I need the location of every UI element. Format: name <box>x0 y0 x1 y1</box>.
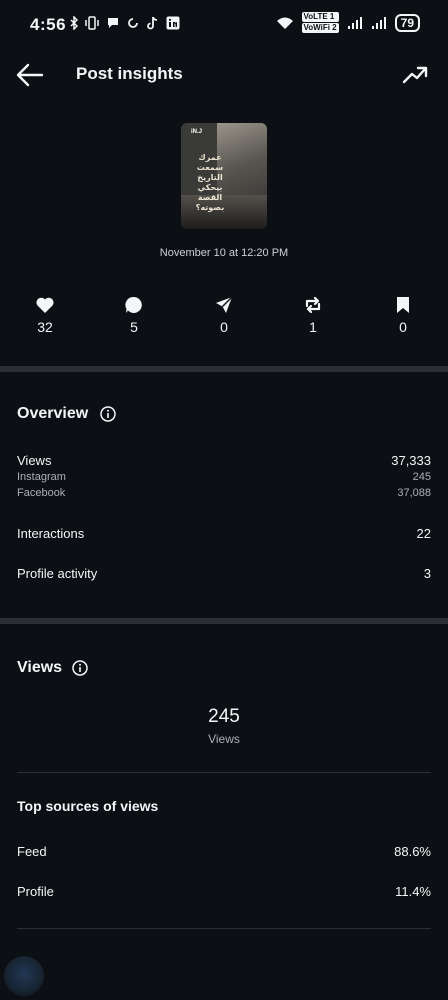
interactions-value: 22 <box>416 526 431 541</box>
views-label: Views <box>17 453 52 468</box>
views-total: 245 <box>208 706 240 727</box>
sync-icon <box>128 18 138 28</box>
likes-stat[interactable]: 32 <box>15 295 75 335</box>
saves-stat[interactable]: 0 <box>373 295 433 335</box>
thumbnail-tag: iN.J <box>191 129 203 135</box>
views-total-label: Views <box>208 732 240 746</box>
signal-icon-1 <box>347 16 362 29</box>
chat-icon <box>108 18 118 28</box>
page-title: Post insights <box>76 64 183 83</box>
system-icons: VoLTE 1 VoWiFi 2 79 <box>276 12 420 33</box>
bluetooth-icon <box>70 16 78 30</box>
source-value: 88.6% <box>394 844 431 859</box>
views-section-title: Views <box>17 659 63 676</box>
battery-indicator: 79 <box>394 13 420 32</box>
repost-icon <box>305 296 321 314</box>
back-button[interactable] <box>16 62 44 88</box>
saves-count: 0 <box>399 319 407 335</box>
linkedin-icon <box>166 16 180 30</box>
section-divider <box>0 366 448 372</box>
profile-activity-label: Profile activity <box>17 566 98 581</box>
info-icon[interactable] <box>100 406 116 422</box>
top-sources-title: Top sources of views <box>17 798 159 814</box>
notification-icons <box>70 16 180 30</box>
post-thumbnail[interactable]: iN.J عمرك سمعت التاريخ بيحكي القصة بصوته… <box>181 123 267 229</box>
status-time: 4:56 <box>30 15 67 34</box>
comments-stat[interactable]: 5 <box>104 295 164 335</box>
share-icon <box>216 296 233 313</box>
divider-line <box>17 772 431 773</box>
likes-count: 32 <box>37 319 53 335</box>
engagement-stats: 32 5 0 1 0 <box>0 295 448 345</box>
info-icon[interactable] <box>72 660 88 676</box>
volte-badge-2: VoWiFi 2 <box>301 23 339 33</box>
wifi-icon <box>276 17 293 29</box>
thumbnail-text: عمرك سمعت التاريخ بيحكي القصة بصوته؟ <box>195 153 225 212</box>
status-bar: 4:56 VoLTE 1 VoWiFi 2 79 <box>0 0 448 50</box>
volte-badges: VoLTE 1 VoWiFi 2 <box>301 12 339 33</box>
watermark-logo <box>4 956 44 996</box>
comment-icon <box>125 296 142 313</box>
shares-count: 0 <box>220 319 228 335</box>
instagram-value: 245 <box>412 471 431 483</box>
views-value: 37,333 <box>391 453 431 468</box>
section-divider-2 <box>0 618 448 624</box>
heart-icon <box>36 297 54 313</box>
trending-icon[interactable] <box>402 63 428 87</box>
top-bar: Post insights <box>0 55 448 95</box>
source-label: Feed <box>17 844 47 859</box>
vibrate-icon <box>85 16 99 30</box>
source-label: Profile <box>17 884 54 899</box>
post-date: November 10 at 12:20 PM <box>159 247 289 259</box>
signal-icon-2 <box>371 16 386 29</box>
facebook-label: Facebook <box>17 487 66 499</box>
profile-activity-value: 3 <box>423 566 431 581</box>
instagram-label: Instagram <box>17 471 66 483</box>
interactions-label: Interactions <box>17 526 85 541</box>
reposts-stat[interactable]: 1 <box>283 295 343 335</box>
facebook-value: 37,088 <box>397 487 431 499</box>
divider-line <box>17 928 431 929</box>
shares-stat[interactable]: 0 <box>194 295 254 335</box>
comments-count: 5 <box>130 319 138 335</box>
reposts-count: 1 <box>309 319 317 335</box>
volte-badge-1: VoLTE 1 <box>301 12 339 22</box>
bookmark-icon <box>397 297 409 313</box>
source-value: 11.4% <box>395 884 431 899</box>
tiktok-icon <box>147 16 158 30</box>
overview-title: Overview <box>17 405 89 422</box>
